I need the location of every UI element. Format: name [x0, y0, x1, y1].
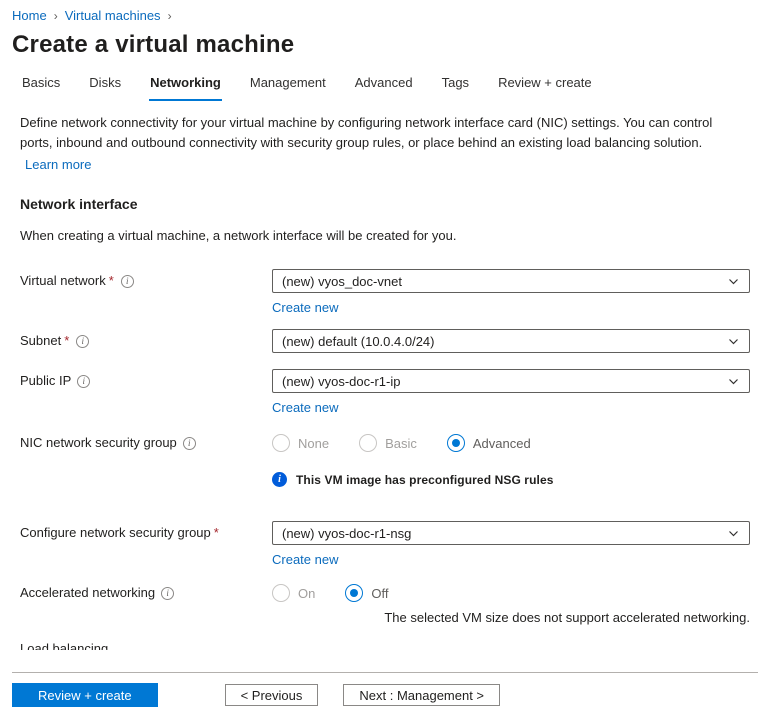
- network-interface-heading: Network interface: [20, 196, 750, 212]
- breadcrumb-link-virtual-machines[interactable]: Virtual machines: [65, 8, 161, 23]
- field-label-text: Public IP: [20, 373, 71, 388]
- nic-nsg-row: NIC network security group i None Basic A…: [20, 431, 750, 452]
- subnet-dropdown[interactable]: (new) default (10.0.4.0/24): [272, 329, 750, 353]
- virtual-network-dropdown[interactable]: (new) vyos_doc-vnet: [272, 269, 750, 293]
- nic-nsg-radio-basic[interactable]: [359, 434, 377, 452]
- field-label-text: NIC network security group: [20, 435, 177, 450]
- chevron-down-icon: [727, 275, 740, 288]
- nic-nsg-radio-group: None Basic Advanced: [272, 431, 750, 452]
- tab-disks[interactable]: Disks: [88, 67, 122, 101]
- public-ip-row: Public IP i (new) vyos-doc-r1-ip Create n…: [20, 369, 750, 415]
- tab-tags[interactable]: Tags: [441, 67, 470, 101]
- chevron-down-icon: [727, 375, 740, 388]
- chevron-down-icon: [727, 527, 740, 540]
- learn-more-link[interactable]: Learn more: [25, 157, 91, 172]
- accelerated-radio-off[interactable]: [345, 584, 363, 602]
- chevron-down-icon: [727, 335, 740, 348]
- info-icon[interactable]: i: [77, 375, 90, 388]
- accelerated-networking-row: Accelerated networking i On Off The selec…: [20, 581, 750, 625]
- public-ip-dropdown[interactable]: (new) vyos-doc-r1-ip: [272, 369, 750, 393]
- virtual-network-row: Virtual network* i (new) vyos_doc-vnet Cr…: [20, 269, 750, 315]
- review-create-button[interactable]: Review + create: [12, 683, 158, 707]
- subnet-row: Subnet* i (new) default (10.0.4.0/24): [20, 329, 750, 353]
- required-asterisk: *: [214, 525, 219, 540]
- public-ip-create-new-link[interactable]: Create new: [272, 400, 338, 415]
- subnet-label: Subnet* i: [20, 329, 272, 353]
- configure-nsg-label: Configure network security group*: [20, 521, 272, 567]
- required-asterisk: *: [64, 333, 69, 348]
- tab-basics[interactable]: Basics: [21, 67, 61, 101]
- public-ip-label: Public IP i: [20, 369, 272, 415]
- configure-nsg-create-new-link[interactable]: Create new: [272, 552, 338, 567]
- configure-nsg-dropdown[interactable]: (new) vyos-doc-r1-nsg: [272, 521, 750, 545]
- nsg-info-message: i This VM image has preconfigured NSG ru…: [272, 472, 750, 487]
- tab-networking[interactable]: Networking: [149, 67, 222, 101]
- public-ip-value: (new) vyos-doc-r1-ip: [282, 374, 400, 389]
- info-icon[interactable]: i: [76, 335, 89, 348]
- info-icon[interactable]: i: [161, 587, 174, 600]
- load-balancing-label: Load balancing: [20, 641, 272, 650]
- breadcrumb-link-home[interactable]: Home: [12, 8, 47, 23]
- tab-management[interactable]: Management: [249, 67, 327, 101]
- load-balancing-row-cutoff: Load balancing: [20, 641, 750, 650]
- previous-button[interactable]: < Previous: [225, 684, 319, 706]
- nic-nsg-label: NIC network security group i: [20, 431, 272, 452]
- breadcrumb-separator-icon: ›: [168, 9, 172, 23]
- accelerated-networking-radio-group: On Off: [272, 581, 750, 602]
- accelerated-on-label: On: [298, 586, 315, 601]
- page-title: Create a virtual machine: [0, 25, 770, 67]
- footer-bar: Review + create < Previous Next : Manage…: [0, 672, 770, 718]
- nic-nsg-advanced-label: Advanced: [473, 436, 531, 451]
- virtual-network-create-new-link[interactable]: Create new: [272, 300, 338, 315]
- accelerated-networking-label: Accelerated networking i: [20, 581, 272, 625]
- info-icon[interactable]: i: [183, 437, 196, 450]
- nsg-info-text: This VM image has preconfigured NSG rule…: [296, 473, 554, 487]
- next-management-button[interactable]: Next : Management >: [343, 684, 500, 706]
- field-label-text: Subnet: [20, 333, 61, 348]
- accelerated-networking-note: The selected VM size does not support ac…: [272, 610, 750, 625]
- accelerated-radio-on[interactable]: [272, 584, 290, 602]
- subnet-value: (new) default (10.0.4.0/24): [282, 334, 434, 349]
- nic-nsg-radio-none[interactable]: [272, 434, 290, 452]
- tab-bar: Basics Disks Networking Management Advan…: [0, 67, 770, 101]
- field-label-text: Accelerated networking: [20, 585, 155, 600]
- required-asterisk: *: [109, 273, 114, 288]
- info-icon[interactable]: i: [121, 275, 134, 288]
- nic-nsg-none-label: None: [298, 436, 329, 451]
- breadcrumb: Home › Virtual machines ›: [0, 0, 770, 25]
- accelerated-off-label: Off: [371, 586, 388, 601]
- nic-nsg-radio-advanced[interactable]: [447, 434, 465, 452]
- field-label-text: Virtual network: [20, 273, 106, 288]
- info-badge-icon: i: [272, 472, 287, 487]
- networking-description: Define network connectivity for your vir…: [20, 113, 726, 152]
- configure-nsg-row: Configure network security group* (new) …: [20, 521, 750, 567]
- tab-advanced[interactable]: Advanced: [354, 67, 414, 101]
- tab-review-create[interactable]: Review + create: [497, 67, 593, 101]
- nic-nsg-basic-label: Basic: [385, 436, 417, 451]
- field-label-text: Configure network security group: [20, 525, 211, 540]
- breadcrumb-separator-icon: ›: [54, 9, 58, 23]
- configure-nsg-value: (new) vyos-doc-r1-nsg: [282, 526, 411, 541]
- virtual-network-label: Virtual network* i: [20, 269, 272, 315]
- network-interface-subtext: When creating a virtual machine, a netwo…: [20, 228, 750, 243]
- virtual-network-value: (new) vyos_doc-vnet: [282, 274, 402, 289]
